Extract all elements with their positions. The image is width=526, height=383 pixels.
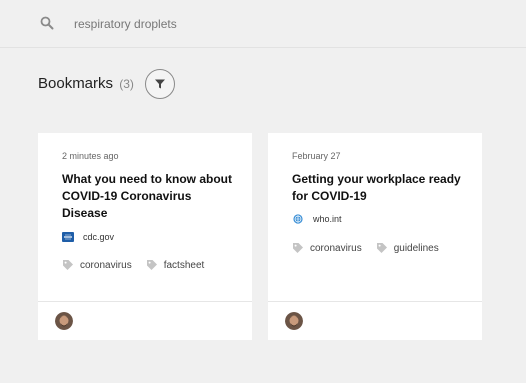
source-label: who.int	[313, 214, 342, 224]
card-body[interactable]: 2 minutes ago What you need to know abou…	[38, 133, 252, 301]
tag-coronavirus[interactable]: coronavirus	[62, 259, 132, 271]
card-source[interactable]: cdc.gov	[62, 232, 114, 242]
tag-label: coronavirus	[310, 242, 362, 254]
bookmark-count: (3)	[119, 77, 134, 91]
search-input[interactable]	[66, 14, 466, 34]
card-title[interactable]: What you need to know about COVID-19 Cor…	[62, 171, 232, 222]
search-bar	[0, 0, 526, 48]
bookmark-card[interactable]: 2 minutes ago What you need to know abou…	[38, 133, 252, 340]
tag-label: guidelines	[393, 242, 439, 254]
search-icon	[40, 16, 54, 30]
card-footer	[38, 301, 252, 340]
card-footer	[268, 301, 482, 340]
tag-factsheet[interactable]: factsheet	[146, 259, 205, 271]
tag-icon	[293, 243, 303, 253]
cdc-logo-icon	[62, 232, 74, 242]
source-label: cdc.gov	[83, 232, 115, 242]
tag-coronavirus[interactable]: coronavirus	[292, 242, 362, 254]
avatar[interactable]	[55, 312, 73, 330]
tag-list: coronavirus guidelines	[292, 242, 453, 254]
filter-icon	[155, 79, 165, 89]
card-timestamp: February 27	[292, 151, 341, 161]
tag-guidelines[interactable]: guidelines	[376, 242, 439, 254]
tag-list: coronavirus factsheet	[62, 259, 218, 271]
card-source[interactable]: who.int	[292, 214, 342, 224]
tag-icon	[376, 243, 387, 253]
card-body[interactable]: February 27 Getting your workplace ready…	[268, 133, 482, 301]
card-title[interactable]: Getting your workplace ready for COVID-1…	[292, 171, 462, 205]
tag-icon	[63, 260, 73, 270]
tag-label: coronavirus	[80, 259, 132, 271]
card-timestamp: 2 minutes ago	[62, 151, 119, 161]
tag-label: factsheet	[163, 259, 205, 271]
tag-icon	[146, 260, 157, 270]
who-logo-icon	[293, 214, 303, 224]
bookmark-card[interactable]: February 27 Getting your workplace ready…	[268, 133, 482, 340]
page-title: Bookmarks	[38, 75, 114, 92]
filter-button[interactable]	[145, 69, 175, 99]
avatar[interactable]	[285, 312, 303, 330]
section-header: Bookmarks (3)	[38, 75, 134, 92]
